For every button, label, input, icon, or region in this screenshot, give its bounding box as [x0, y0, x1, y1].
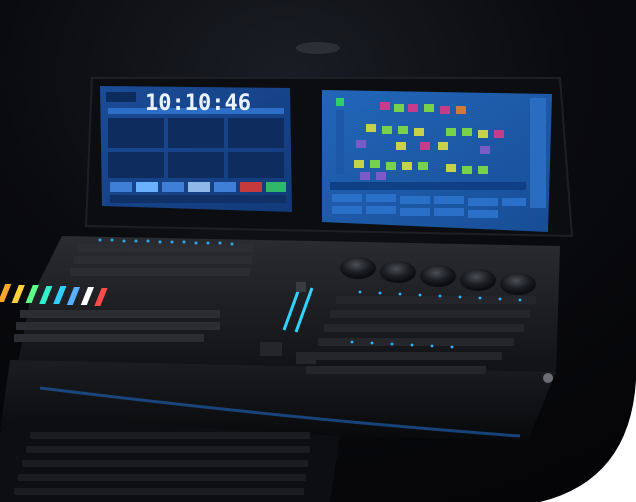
left-screen: 10:10:46 — [100, 86, 292, 212]
console-photo: 10:10:46 — [0, 0, 636, 502]
stage-light — [296, 42, 340, 54]
left-screen-panels — [108, 118, 284, 178]
right-screen — [322, 90, 552, 232]
desk-lamp — [543, 373, 553, 383]
screen-clock: 10:10:46 — [145, 91, 251, 116]
